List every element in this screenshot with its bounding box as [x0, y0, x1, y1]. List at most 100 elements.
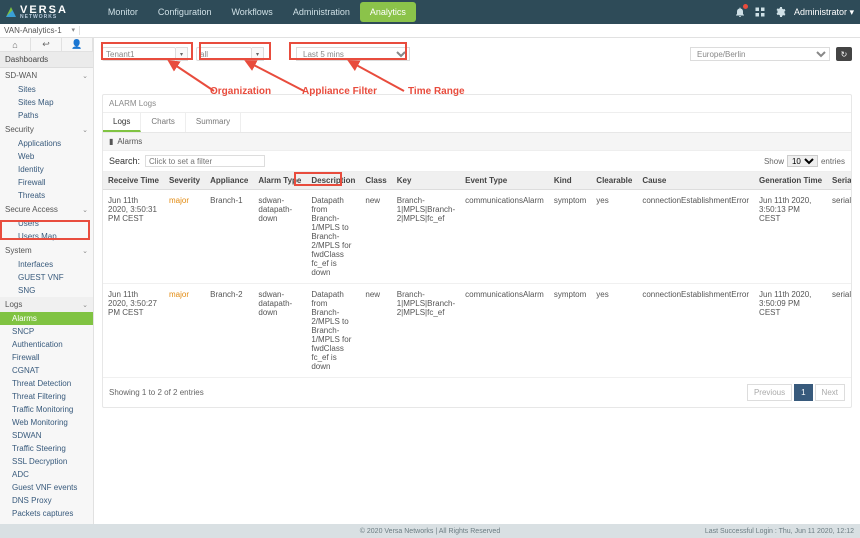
filter-row: Tenant1 ▾ all ▾ Last 5 mins Europe/Berli… — [102, 44, 852, 64]
sidebar-item-guest-vnf[interactable]: GUEST VNF — [0, 271, 93, 284]
last-login: Last Successful Login : Thu, Jun 11 2020… — [705, 528, 854, 535]
sidebar-toolbar: ⌂ ↩ 👤 — [0, 38, 93, 52]
org-filter-dd[interactable]: ▾ — [176, 47, 188, 61]
col-serial-number[interactable]: Serial Number — [827, 172, 851, 190]
sidebar-log-traffic-monitoring[interactable]: Traffic Monitoring — [0, 403, 93, 416]
sidebar-item-firewall[interactable]: Firewall — [0, 176, 93, 189]
sidebar-log-firewall[interactable]: Firewall — [0, 351, 93, 364]
topbar-right: Administrator ▾ — [734, 6, 854, 18]
sidebar-log-sdwan[interactable]: SDWAN — [0, 429, 93, 442]
refresh-button[interactable]: ↻ — [836, 47, 852, 61]
org-filter[interactable]: Tenant1 — [102, 47, 176, 61]
search-input[interactable] — [145, 155, 265, 167]
annot-org: Organization — [210, 86, 271, 97]
tab-logs[interactable]: Logs — [103, 113, 141, 132]
sidebar-item-users-map[interactable]: Users Map — [0, 230, 93, 243]
main: Tenant1 ▾ all ▾ Last 5 mins Europe/Berli… — [94, 38, 860, 524]
sidebar-log-packets-captures[interactable]: Packets captures — [0, 507, 93, 520]
panel-tabs: LogsChartsSummary — [103, 113, 851, 133]
timezone-selector[interactable]: Europe/Berlin — [690, 47, 830, 61]
user-icon[interactable]: 👤 — [62, 38, 93, 51]
home-icon[interactable]: ⌂ — [0, 38, 31, 51]
search-label: Search: — [109, 156, 140, 166]
col-event-type[interactable]: Event Type — [460, 172, 549, 190]
sidebar-item-applications[interactable]: Applications — [0, 137, 93, 150]
sidebar-section-security[interactable]: Security⌄ — [0, 122, 93, 137]
topbar: VERSA NETWORKS MonitorConfigurationWorkf… — [0, 0, 860, 24]
sidebar-item-sites-map[interactable]: Sites Map — [0, 96, 93, 109]
sidebar-log-threat-detection[interactable]: Threat Detection — [0, 377, 93, 390]
timerange-filter[interactable]: Last 5 mins — [296, 47, 410, 61]
appliance-filter[interactable]: all — [196, 47, 252, 61]
search-row: Search: Show 10 entries — [103, 151, 851, 172]
tab-charts[interactable]: Charts — [141, 113, 186, 132]
col-receive-time[interactable]: Receive Time — [103, 172, 164, 190]
sidebar-item-identity[interactable]: Identity — [0, 163, 93, 176]
sidebar-log-web-monitoring[interactable]: Web Monitoring — [0, 416, 93, 429]
bell-icon[interactable] — [734, 6, 746, 18]
alarm-panel: ALARM Logs LogsChartsSummary ▮ Alarms Se… — [102, 94, 852, 408]
sidebar-item-users[interactable]: Users — [0, 217, 93, 230]
footer: © 2020 Versa Networks | All Rights Reser… — [0, 524, 860, 538]
sidebar-item-interfaces[interactable]: Interfaces — [0, 258, 93, 271]
grid-icon[interactable] — [754, 6, 766, 18]
user-menu[interactable]: Administrator ▾ — [794, 7, 854, 18]
sidebar-item-threats[interactable]: Threats — [0, 189, 93, 202]
col-clearable[interactable]: Clearable — [591, 172, 637, 190]
chevron-down-icon: ⌄ — [82, 301, 88, 309]
sidebar-log-authentication[interactable]: Authentication — [0, 338, 93, 351]
sidebar-log-ssl-decryption[interactable]: SSL Decryption — [0, 455, 93, 468]
table-row[interactable]: Jun 11th 2020, 3:50:27 PM CESTmajorBranc… — [103, 284, 851, 378]
entries-select[interactable]: 10 — [787, 155, 818, 167]
subpanel-head: ▮ Alarms — [103, 133, 851, 151]
sidebar-log-guest-vnf-events[interactable]: Guest VNF events — [0, 481, 93, 494]
col-generation-time[interactable]: Generation Time — [754, 172, 827, 190]
sidebar-item-sites[interactable]: Sites — [0, 83, 93, 96]
sidebar-section-secure-access[interactable]: Secure Access⌄ — [0, 202, 93, 217]
col-class[interactable]: Class — [360, 172, 391, 190]
col-appliance[interactable]: Appliance — [205, 172, 253, 190]
sidebar-log-traffic-steering[interactable]: Traffic Steering — [0, 442, 93, 455]
sidebar-log-adc[interactable]: ADC — [0, 468, 93, 481]
sidebar-log-sncp[interactable]: SNCP — [0, 325, 93, 338]
back-icon[interactable]: ↩ — [31, 38, 62, 51]
prev-button[interactable]: Previous — [747, 384, 792, 401]
topnav-monitor[interactable]: Monitor — [98, 2, 148, 22]
topnav-configuration[interactable]: Configuration — [148, 2, 222, 22]
col-kind[interactable]: Kind — [549, 172, 591, 190]
appliance-filter-dd[interactable]: ▾ — [252, 47, 264, 61]
sidebar-item-paths[interactable]: Paths — [0, 109, 93, 122]
table-row[interactable]: Jun 11th 2020, 3:50:31 PM CESTmajorBranc… — [103, 190, 851, 284]
col-alarm-type[interactable]: Alarm Type — [253, 172, 306, 190]
tenant-selector[interactable]: VAN-Analytics-1▾ — [0, 26, 80, 35]
annot-time: Time Range — [408, 86, 465, 97]
tab-summary[interactable]: Summary — [186, 113, 241, 132]
sidebar-section-sd-wan[interactable]: SD-WAN⌄ — [0, 68, 93, 83]
col-cause[interactable]: Cause — [637, 172, 754, 190]
bar-icon: ▮ — [109, 137, 113, 146]
panel-title: ALARM Logs — [103, 95, 851, 113]
col-key[interactable]: Key — [392, 172, 460, 190]
next-button[interactable]: Next — [815, 384, 845, 401]
col-description[interactable]: Description — [306, 172, 360, 190]
logo-mark-icon — [6, 7, 16, 17]
gear-icon[interactable] — [774, 6, 786, 18]
sidebar-section-system[interactable]: System⌄ — [0, 243, 93, 258]
sidebar-logs-head[interactable]: Logs⌄ — [0, 297, 93, 312]
col-severity[interactable]: Severity — [164, 172, 205, 190]
page-1-button[interactable]: 1 — [794, 384, 812, 401]
chevron-down-icon: ▾ — [71, 26, 75, 35]
topnav-workflows[interactable]: Workflows — [221, 2, 282, 22]
sidebar-dashboards-head: Dashboards — [0, 52, 93, 68]
topnav: MonitorConfigurationWorkflowsAdministrat… — [98, 2, 416, 22]
annot-appliance: Appliance Filter — [302, 86, 377, 97]
topnav-administration[interactable]: Administration — [283, 2, 360, 22]
sidebar: ⌂ ↩ 👤 Dashboards SD-WAN⌄SitesSites MapPa… — [0, 38, 94, 524]
sidebar-log-threat-filtering[interactable]: Threat Filtering — [0, 390, 93, 403]
sidebar-log-dns-proxy[interactable]: DNS Proxy — [0, 494, 93, 507]
topnav-analytics[interactable]: Analytics — [360, 2, 416, 22]
sidebar-log-cgnat[interactable]: CGNAT — [0, 364, 93, 377]
sidebar-item-sng[interactable]: SNG — [0, 284, 93, 297]
sidebar-item-web[interactable]: Web — [0, 150, 93, 163]
sidebar-log-alarms[interactable]: Alarms — [0, 312, 93, 325]
